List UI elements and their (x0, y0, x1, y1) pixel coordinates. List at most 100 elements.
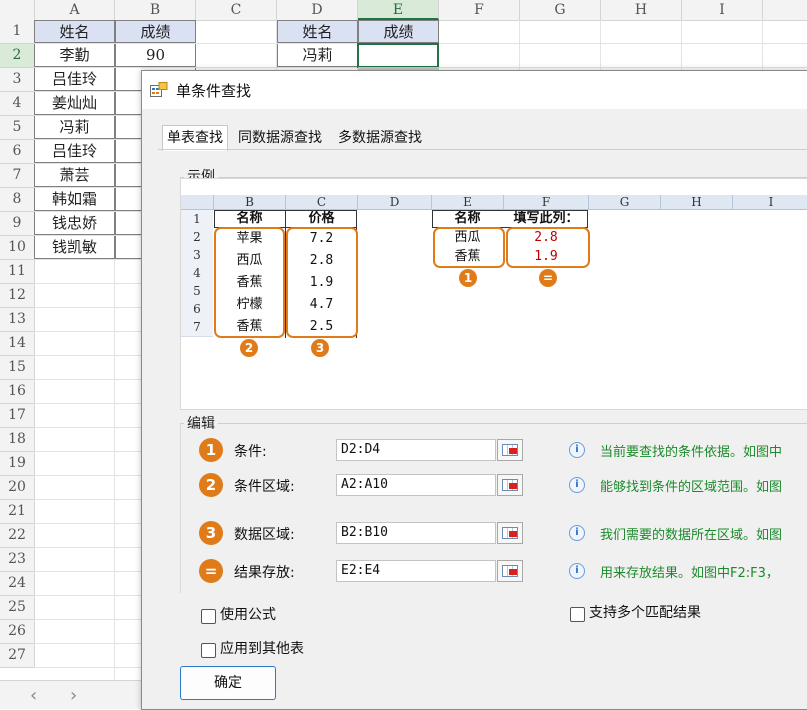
condition-range-input[interactable]: A2:A10 (336, 474, 496, 496)
cell-a9[interactable]: 钱忠娇 (34, 212, 115, 235)
row-header-14[interactable]: 14 (0, 332, 35, 356)
column-header-i[interactable]: I (682, 0, 763, 20)
column-header-f[interactable]: F (439, 0, 520, 20)
result-range-range-picker-button[interactable] (497, 560, 523, 582)
result-range-label: 结果存放: (234, 565, 295, 581)
row-header-5[interactable]: 5 (0, 116, 35, 140)
example-preview: B C D E F G H I 1234567 名称 价格 名称 填写此列： 苹… (180, 178, 807, 410)
row-header-12[interactable]: 12 (0, 284, 35, 308)
cell-d2[interactable]: 冯莉 (277, 44, 358, 67)
row-header-25[interactable]: 25 (0, 596, 35, 620)
example-badge-eq: = (539, 269, 557, 287)
row-header-13[interactable]: 13 (0, 308, 35, 332)
row-header-21[interactable]: 21 (0, 500, 35, 524)
column-header-d[interactable]: D (277, 0, 358, 20)
range-picker-marker (509, 531, 517, 537)
row-header-6[interactable]: 6 (0, 140, 35, 164)
example-col-c: C (286, 195, 358, 210)
cell-e1[interactable]: 成绩 (358, 20, 439, 43)
multi-match-checkbox[interactable] (570, 607, 585, 622)
column-header-g[interactable]: G (520, 0, 601, 20)
example-col-f: F (504, 195, 589, 210)
example-row-6: 6 (181, 300, 213, 319)
chevron-left-icon[interactable]: ‹ (30, 685, 37, 706)
condition-input[interactable]: D2:D4 (336, 439, 496, 461)
info-icon: i (569, 442, 585, 458)
cell-b2[interactable]: 90 (115, 44, 196, 67)
example-condition-box (433, 227, 505, 268)
dialog-title: 单条件查找 (176, 82, 252, 100)
row-header-11[interactable]: 11 (0, 260, 35, 284)
example-result-box (506, 227, 590, 268)
row-header-17[interactable]: 17 (0, 404, 35, 428)
example-badge-2: 2 (240, 339, 258, 357)
data-range-range-picker-button[interactable] (497, 522, 523, 544)
tab-single-table[interactable]: 单表查找 (162, 125, 228, 151)
row-header-20[interactable]: 20 (0, 476, 35, 500)
row-header-2[interactable]: 2 (0, 44, 35, 68)
cell-a4[interactable]: 姜灿灿 (34, 92, 115, 115)
tab-divider (158, 149, 807, 150)
condition-label: 条件: (234, 444, 267, 460)
ok-button[interactable]: 确定 (180, 666, 276, 700)
column-header-c[interactable]: C (196, 0, 277, 20)
example-row-3: 3 (181, 246, 213, 265)
cell-a3[interactable]: 吕佳玲 (34, 68, 115, 91)
example-col-b: B (214, 195, 286, 210)
multi-match-label: 支持多个匹配结果 (589, 605, 701, 621)
condition-range-range-picker-button[interactable] (497, 474, 523, 496)
dialog-titlebar[interactable]: 单条件查找 (142, 71, 807, 109)
data-range-input[interactable]: B2:B10 (336, 522, 496, 544)
select-all-corner[interactable] (0, 0, 35, 20)
row-header-10[interactable]: 10 (0, 236, 35, 260)
cell-a10[interactable]: 钱凯敏 (34, 236, 115, 259)
result-range-hint: 用来存放结果。如图中F2:F3， (600, 566, 779, 581)
row-header-22[interactable]: 22 (0, 524, 35, 548)
cell-a6[interactable]: 吕佳玲 (34, 140, 115, 163)
example-data-range-box (286, 227, 358, 338)
data-range-hint: 我们需要的数据所在区域。如图 (600, 528, 783, 543)
field-badge-result-range: = (199, 559, 223, 583)
column-header-e[interactable]: E (358, 0, 439, 20)
column-header-b[interactable]: B (115, 0, 196, 20)
row-header-4[interactable]: 4 (0, 92, 35, 116)
chevron-right-icon[interactable]: › (70, 685, 77, 706)
row-header-24[interactable]: 24 (0, 572, 35, 596)
row-header-15[interactable]: 15 (0, 356, 35, 380)
row-header-19[interactable]: 19 (0, 452, 35, 476)
cell-a2[interactable]: 李勤 (34, 44, 115, 67)
cell-a8[interactable]: 韩如霜 (34, 188, 115, 211)
example-col-d: D (358, 195, 432, 210)
row-header-1[interactable]: 1 (0, 20, 35, 44)
tab-same-source[interactable]: 同数据源查找 (234, 126, 326, 150)
example-lookup-header-border (432, 210, 588, 228)
cell-a7[interactable]: 萧芸 (34, 164, 115, 187)
row-header-16[interactable]: 16 (0, 380, 35, 404)
cell-b1[interactable]: 成绩 (115, 20, 196, 43)
row-header-8[interactable]: 8 (0, 188, 35, 212)
condition-range-picker-button[interactable] (497, 439, 523, 461)
range-picker-marker (509, 569, 517, 575)
row-header-9[interactable]: 9 (0, 212, 35, 236)
cell-a1[interactable]: 姓名 (34, 20, 115, 43)
example-badge-3: 3 (311, 339, 329, 357)
row-header-26[interactable]: 26 (0, 620, 35, 644)
use-formula-checkbox[interactable] (201, 609, 216, 624)
cell-a5[interactable]: 冯莉 (34, 116, 115, 139)
row-header-23[interactable]: 23 (0, 548, 35, 572)
result-range-input[interactable]: E2:E4 (336, 560, 496, 582)
row-header-7[interactable]: 7 (0, 164, 35, 188)
row-header-3[interactable]: 3 (0, 68, 35, 92)
column-header-a[interactable]: A (35, 0, 115, 20)
active-cell-e2[interactable] (357, 43, 439, 68)
cell-d1[interactable]: 姓名 (277, 20, 358, 43)
row-header-18[interactable]: 18 (0, 428, 35, 452)
example-col-h: H (661, 195, 733, 210)
field-badge-condition-range: 2 (199, 473, 223, 497)
apply-other-sheets-checkbox[interactable] (201, 643, 216, 658)
info-icon: i (569, 525, 585, 541)
example-col-i: I (733, 195, 807, 210)
column-header-h[interactable]: H (601, 0, 682, 20)
row-header-27[interactable]: 27 (0, 644, 35, 668)
tab-multi-source[interactable]: 多数据源查找 (334, 126, 426, 150)
